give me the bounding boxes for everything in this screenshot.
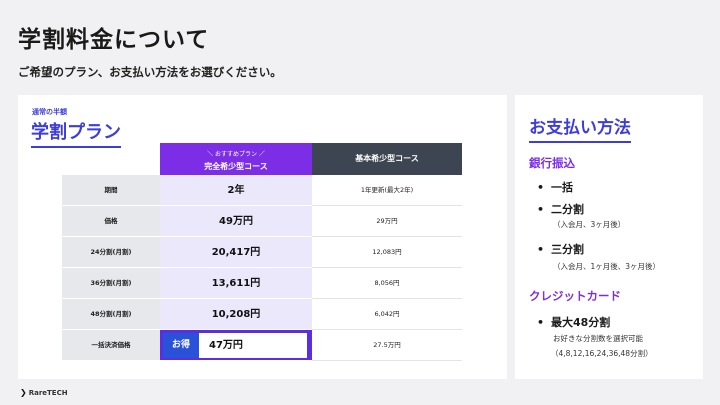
deal-badge: お得 (163, 333, 199, 358)
brand-logo: ❯ RareTECH (20, 388, 68, 397)
card-option-max: • 最大48分割 (537, 314, 610, 330)
row-label: 価格 (62, 206, 160, 237)
payment-method-panel: お支払い方法 銀行振込 • 一括 • 二分割 （入会月、3ヶ月後） • 三分割 （入会… (515, 95, 703, 379)
basic-value: 8,056円 (312, 268, 462, 299)
bank-option-three: • 三分割 (537, 241, 584, 257)
option-note: （入会月、3ヶ月後） (553, 220, 626, 229)
brand-name: RareTECH (28, 389, 68, 397)
row-label: 一括決済価格 (62, 330, 160, 361)
option-label: 二分割 (551, 203, 584, 216)
panel-kicker: 通常の半額 (32, 108, 67, 116)
table-row: 36分割(月割) 13,611円 8,056円 (62, 268, 462, 299)
student-plan-panel: 通常の半額 学割プラン ＼ おすすめプラン ／ 完全希少型コース 基本希少型コー… (18, 95, 507, 379)
row-label: 期間 (62, 175, 160, 206)
basic-value: 27.5万円 (312, 330, 462, 361)
table-row: 24分割(月割) 20,417円 12,083円 (62, 237, 462, 268)
recommend-value: 49万円 (160, 206, 312, 237)
page-title: 学割料金について (18, 27, 210, 53)
option-note-detail: （4,8,12,16,24,36,48分割） (551, 349, 653, 358)
recommend-value: 10,208円 (160, 299, 312, 330)
table-row: 価格 49万円 29万円 (62, 206, 462, 237)
rare-tech-logo-icon: ❯ (20, 388, 27, 397)
bullet-dot: • (537, 203, 545, 216)
basic-value: 29万円 (312, 206, 462, 237)
recommend-value: 2年 (160, 175, 312, 206)
option-note: お好きな分割数を選択可能 (553, 334, 643, 343)
option-label: 最大48分割 (551, 316, 611, 329)
credit-card-heading: クレジットカード (529, 289, 621, 303)
basic-value: 6,042円 (312, 299, 462, 330)
option-label: 三分割 (551, 243, 584, 256)
basic-value: 1年更新(最大2年) (312, 175, 462, 206)
panel-title: 学割プラン (31, 118, 121, 148)
recommend-value: 20,417円 (160, 237, 312, 268)
recommend-course-header: ＼ おすすめプラン ／ 完全希少型コース (160, 143, 312, 175)
recommend-value: 47万円 (199, 333, 307, 358)
bullet-dot: • (537, 316, 545, 329)
option-note: （入会月、1ヶ月後、3ヶ月後） (553, 262, 661, 271)
option-label: 一括 (551, 181, 573, 194)
row-label: 48分割(月割) (62, 299, 160, 330)
table-row: 一括決済価格 お得 47万円 27.5万円 (62, 330, 462, 361)
lump-sum-highlight: お得 47万円 (160, 330, 312, 361)
payment-title: お支払い方法 (529, 113, 631, 143)
table-row: 48分割(月割) 10,208円 6,042円 (62, 299, 462, 330)
bank-option-two: • 二分割 (537, 201, 584, 217)
recommend-tag: ＼ おすすめプラン ／ (207, 151, 265, 158)
recommend-value: 13,611円 (160, 268, 312, 299)
row-label: 36分割(月割) (62, 268, 160, 299)
basic-course-header: 基本希少型コース (312, 143, 462, 175)
bank-transfer-heading: 銀行振込 (529, 156, 575, 170)
recommend-course-name: 完全希少型コース (204, 162, 268, 171)
page-subtitle: ご希望のプラン、お支払い方法をお選びください。 (18, 65, 282, 79)
table-row: 期間 2年 1年更新(最大2年) (62, 175, 462, 206)
bank-option-lump: • 一括 (537, 179, 573, 195)
row-label: 24分割(月割) (62, 237, 160, 268)
bullet-dot: • (537, 243, 545, 256)
basic-value: 12,083円 (312, 237, 462, 268)
bullet-dot: • (537, 181, 545, 194)
